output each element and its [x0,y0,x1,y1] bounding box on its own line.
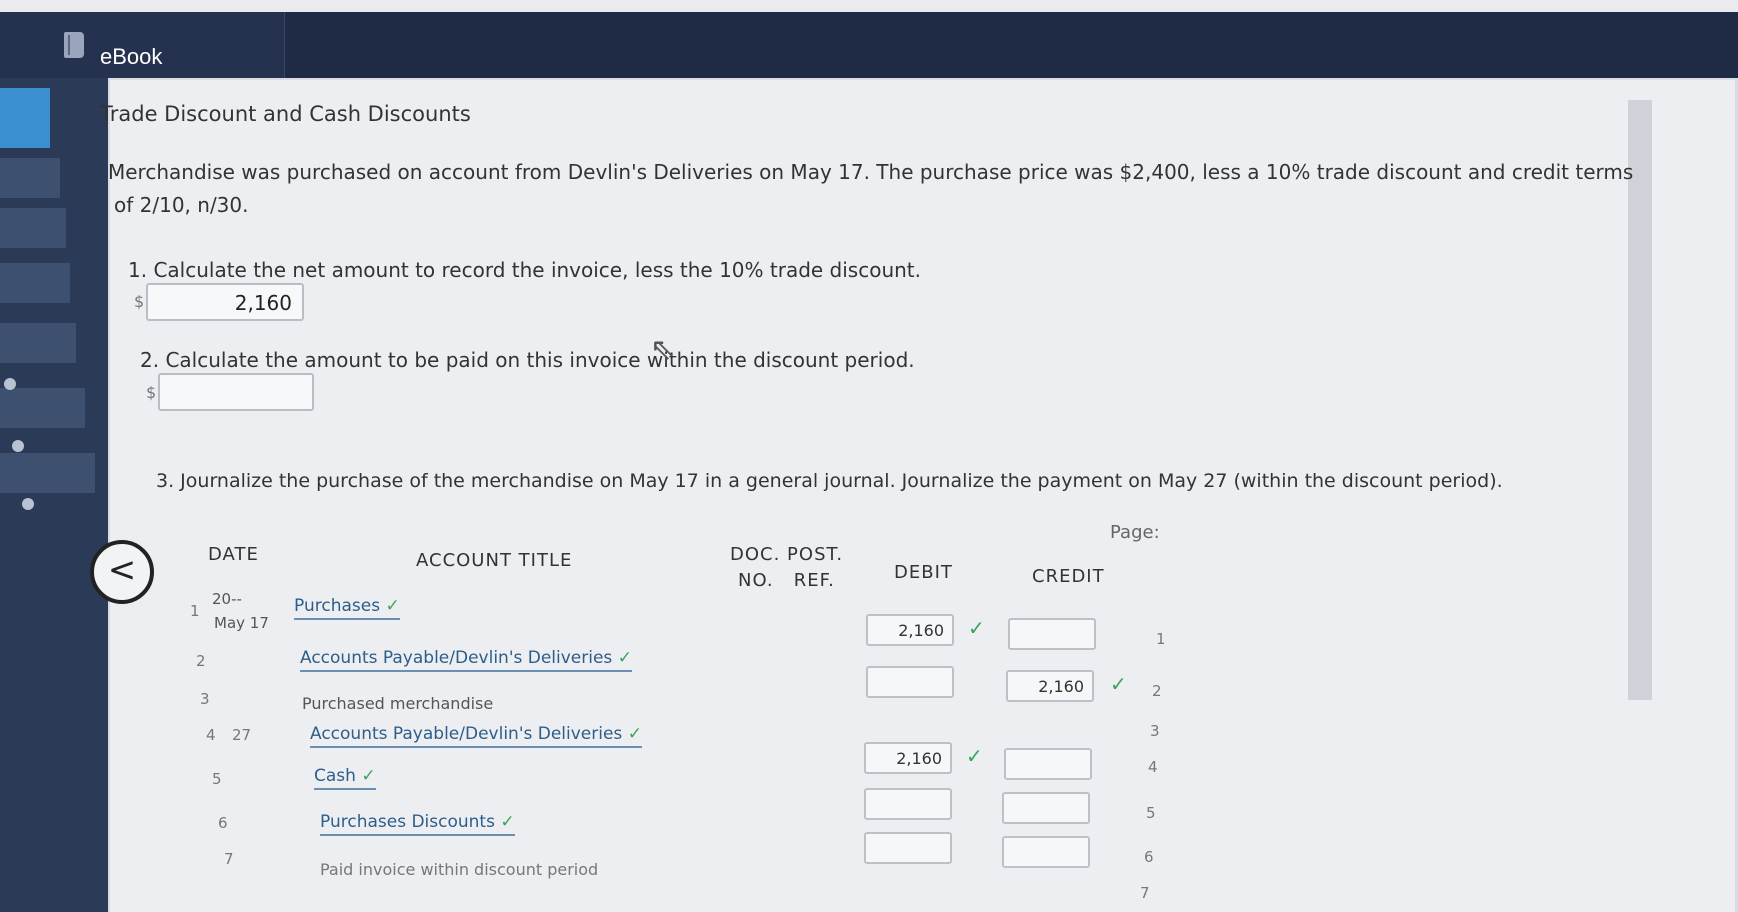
col-header-date: DATE [208,544,259,565]
sidebar-item[interactable] [0,208,66,248]
credit-input[interactable] [1008,618,1096,650]
sidebar-dot-icon [22,498,34,510]
net-amount-input[interactable]: 2,160 [146,283,304,321]
debit-input[interactable]: 2,160 [864,742,952,774]
question-1-label: 1. Calculate the net amount to record th… [128,258,922,282]
mouse-cursor-icon: ⇖ [650,332,676,367]
col-header-no-ref: NO. REF. [738,570,835,591]
currency-symbol: $ [134,292,145,311]
account-title-purchases[interactable]: Purchases ✓ [294,596,400,620]
debit-input[interactable]: 2,160 [866,614,954,646]
sidebar-item[interactable] [0,158,60,198]
debit-input[interactable] [866,666,954,698]
check-icon: ✓ [627,724,642,744]
account-title-accounts-payable[interactable]: Accounts Payable/Devlin's Deliveries ✓ [300,648,632,672]
explanation-text: Purchased merchandise [302,694,494,713]
date-day: 27 [232,726,252,744]
sidebar [0,78,108,912]
row-number: 5 [212,770,222,788]
debit-input[interactable] [864,788,952,820]
sidebar-item-active[interactable] [0,88,50,148]
scrollbar[interactable] [1628,100,1652,700]
app-header: eBook [0,12,1738,78]
ebook-tab[interactable]: eBook [0,12,285,78]
discount-amount-input[interactable] [158,373,314,411]
explanation-text: Paid invoice within discount period [320,860,599,879]
account-title-cash[interactable]: Cash ✓ [314,766,376,790]
credit-input[interactable] [1002,836,1090,868]
sidebar-item[interactable] [0,263,70,303]
credit-input[interactable]: 2,160 [1006,670,1094,702]
row-number: 3 [200,690,210,708]
check-icon: ✓ [1110,672,1127,696]
question-3-label: 3. Journalize the purchase of the mercha… [156,470,1503,492]
account-label: Purchases Discounts [320,812,495,832]
sidebar-item[interactable] [0,453,95,493]
sidebar-dot-icon [12,440,24,452]
sidebar-dot-icon [4,378,16,390]
credit-input[interactable] [1004,748,1092,780]
top-band [0,0,1738,12]
check-icon: ✓ [966,744,983,768]
debit-input[interactable] [864,832,952,864]
account-label: Cash [314,766,356,786]
account-title-accounts-payable[interactable]: Accounts Payable/Devlin's Deliveries ✓ [310,724,642,748]
check-icon: ✓ [361,766,376,786]
account-label: Purchases [294,596,381,616]
book-icon [64,32,84,58]
row-number: 6 [218,814,228,832]
date-year: 20-- [212,590,242,608]
date-may17: May 17 [214,614,269,632]
col-header-doc-post: DOC. POST. [730,544,844,565]
sidebar-item[interactable] [0,388,85,428]
account-title-purchases-discounts[interactable]: Purchases Discounts ✓ [320,812,515,836]
credit-input[interactable] [1002,792,1090,824]
row-number: 1 [190,602,200,620]
back-button[interactable]: < [90,540,154,604]
check-icon: ✓ [617,648,632,668]
check-icon: ✓ [968,616,985,640]
col-header-debit: DEBIT [894,562,953,583]
row-number: 4 [206,726,216,744]
right-row-number: 2 [1152,682,1162,700]
page-title: Trade Discount and Cash Discounts [100,102,471,126]
row-number: 2 [196,652,206,670]
right-row-number: 3 [1150,722,1160,740]
right-row-number: 6 [1144,848,1154,866]
account-label: Accounts Payable/Devlin's Deliveries [300,648,613,668]
col-header-credit: CREDIT [1032,566,1105,587]
row-number: 7 [224,850,234,868]
problem-text-line2: of 2/10, n/30. [114,193,249,217]
page-label: Page: [1110,522,1160,543]
ebook-label: eBook [100,44,163,69]
account-label: Accounts Payable/Devlin's Deliveries [310,724,623,744]
currency-symbol: $ [146,383,157,402]
right-row-number: 4 [1148,758,1158,776]
right-row-number: 1 [1156,630,1166,648]
check-icon: ✓ [500,812,515,832]
problem-text-line1: Merchandise was purchased on account fro… [108,160,1634,184]
col-header-account-title: ACCOUNT TITLE [416,550,573,571]
right-row-number: 5 [1146,804,1156,822]
right-row-number: 7 [1140,884,1150,902]
check-icon: ✓ [385,596,400,616]
sidebar-item[interactable] [0,323,76,363]
question-2-label: 2. Calculate the amount to be paid on th… [140,348,915,372]
